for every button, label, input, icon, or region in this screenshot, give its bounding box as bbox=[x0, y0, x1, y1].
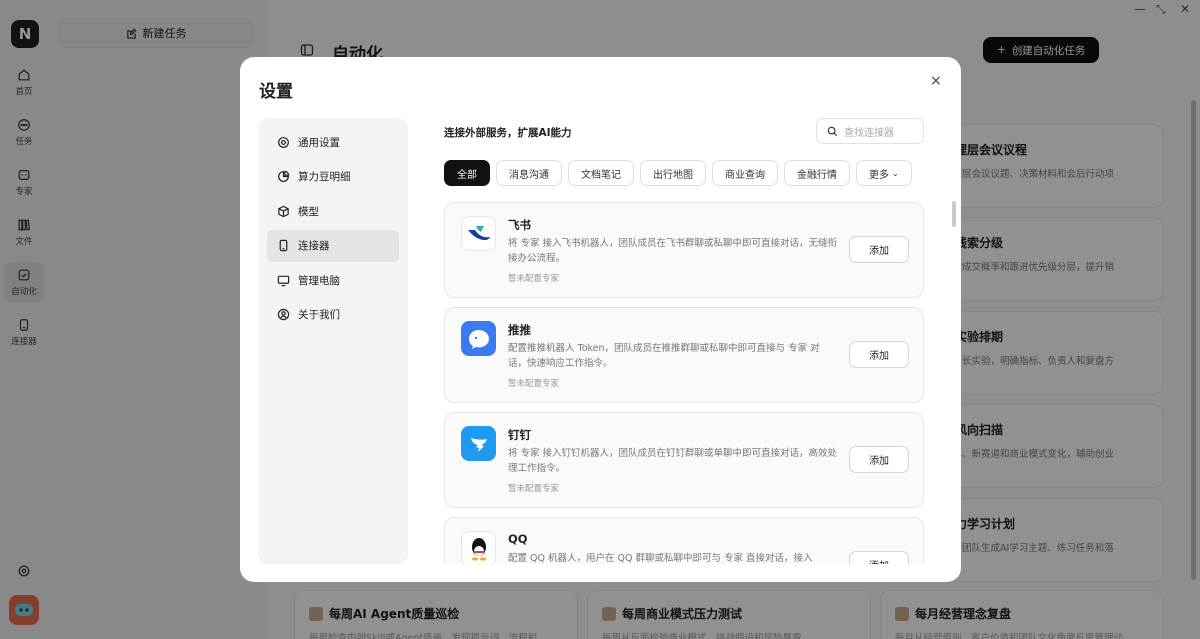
connector-status: 暂未配置专家 bbox=[508, 274, 560, 284]
cube-icon bbox=[278, 205, 289, 217]
tuitui-icon bbox=[461, 321, 496, 356]
filter-chip-business[interactable]: 商业查询 bbox=[712, 160, 778, 186]
connector-panel: 连接外部服务，扩展AI能力 查找连接器 全部 消息沟通 文档笔记 出行地图 商业… bbox=[444, 118, 934, 564]
nav-item-label: 关于我们 bbox=[298, 309, 340, 321]
connector-card-dingtalk: 钉钉 将 专家 接入钉钉机器人，团队成员在钉钉群聊或单聊中即可直接对话，高效处理… bbox=[444, 412, 924, 508]
nav-item-label: 算力豆明细 bbox=[298, 171, 351, 183]
connector-card-feishu: 飞书 将 专家 接入飞书机器人，团队成员在飞书群聊或私聊中即可直接对话，无缝衔接… bbox=[444, 202, 924, 298]
connector-search[interactable]: 查找连接器 bbox=[816, 118, 924, 144]
nav-item-manage-computer[interactable]: 管理电脑 bbox=[267, 264, 399, 296]
add-button[interactable]: 添加 bbox=[849, 236, 909, 263]
filter-chip-finance[interactable]: 金融行情 bbox=[784, 160, 850, 186]
monitor-icon bbox=[277, 275, 290, 286]
connector-name: QQ bbox=[508, 532, 528, 546]
filter-chip-more[interactable]: 更多 ⌄ bbox=[856, 160, 912, 186]
connector-desc: 配置推推机器人 Token，团队成员在推推群聊或私聊中即可直接与 专家 对话，快… bbox=[508, 343, 820, 369]
settings-modal: 设置 × 通用设置 算力豆明细 模型 连接器 管理电脑 关于我们 连接外部服务，… bbox=[240, 57, 961, 582]
nav-item-compute-beans[interactable]: 算力豆明细 bbox=[267, 161, 399, 193]
nav-item-label: 连接器 bbox=[298, 240, 330, 252]
connector-status: 暂未配置专家 bbox=[508, 379, 560, 389]
filter-chip-all[interactable]: 全部 bbox=[444, 160, 490, 186]
settings-nav: 通用设置 算力豆明细 模型 连接器 管理电脑 关于我们 bbox=[258, 118, 408, 564]
add-button[interactable]: 添加 bbox=[849, 446, 909, 473]
close-icon[interactable]: × bbox=[930, 73, 942, 89]
connector-list: 飞书 将 专家 接入飞书机器人，团队成员在飞书群聊或私聊中即可直接对话，无缝衔接… bbox=[444, 202, 924, 564]
chevron-down-icon: ⌄ bbox=[892, 168, 899, 178]
connector-heading: 连接外部服务，扩展AI能力 bbox=[444, 127, 572, 139]
filter-chip-travel[interactable]: 出行地图 bbox=[640, 160, 706, 186]
connector-status: 暂未配置专家 bbox=[508, 484, 560, 494]
nav-item-model[interactable]: 模型 bbox=[267, 195, 399, 227]
connector-name: 钉钉 bbox=[508, 428, 531, 442]
connector-list-scrollbar[interactable] bbox=[952, 201, 956, 227]
connector-card-qq: QQ 配置 QQ 机器人，用户在 QQ 群聊或私聊中即可与 专家 直接对话，接入… bbox=[444, 517, 924, 564]
nav-item-label: 模型 bbox=[298, 205, 319, 218]
connector-desc: 将 专家 接入飞书机器人，团队成员在飞书群聊或私聊中即可直接对话，无缝衔接办公流… bbox=[508, 238, 838, 264]
add-button[interactable]: 添加 bbox=[849, 341, 909, 368]
nav-item-label: 通用设置 bbox=[298, 136, 340, 149]
connector-name: 飞书 bbox=[508, 218, 531, 232]
filter-chip-messaging[interactable]: 消息沟通 bbox=[496, 160, 562, 186]
more-label: 更多 bbox=[869, 169, 889, 181]
qq-icon bbox=[461, 531, 496, 564]
search-icon bbox=[827, 126, 838, 136]
connector-desc: 将 专家 接入钉钉机器人，团队成员在钉钉群聊或单聊中即可直接对话，高效处理工作指… bbox=[508, 448, 838, 474]
phone-icon bbox=[279, 239, 288, 252]
modal-title: 设置 bbox=[259, 82, 293, 102]
nav-item-label: 管理电脑 bbox=[298, 274, 340, 287]
pie-chart-icon bbox=[278, 170, 290, 182]
connector-card-tuitui: 推推 配置推推机器人 Token，团队成员在推推群聊或私聊中即可直接与 专家 对… bbox=[444, 307, 924, 403]
filter-chip-docs[interactable]: 文档笔记 bbox=[568, 160, 634, 186]
connector-name: 推推 bbox=[508, 323, 531, 337]
filter-chips: 全部 消息沟通 文档笔记 出行地图 商业查询 金融行情 更多 ⌄ bbox=[444, 160, 912, 186]
settings-icon bbox=[278, 136, 289, 148]
add-button[interactable]: 添加 bbox=[849, 551, 909, 564]
user-circle-icon bbox=[277, 308, 290, 321]
nav-item-general[interactable]: 通用设置 bbox=[267, 126, 399, 158]
nav-item-connectors[interactable]: 连接器 bbox=[267, 229, 399, 262]
nav-item-about[interactable]: 关于我们 bbox=[267, 299, 399, 331]
search-input[interactable]: 查找连接器 bbox=[844, 124, 894, 139]
connector-desc: 配置 QQ 机器人，用户在 QQ 群聊或私聊中即可与 专家 直接对话，接入 bbox=[508, 553, 813, 564]
dingtalk-icon bbox=[461, 426, 496, 461]
feishu-icon bbox=[461, 216, 496, 251]
